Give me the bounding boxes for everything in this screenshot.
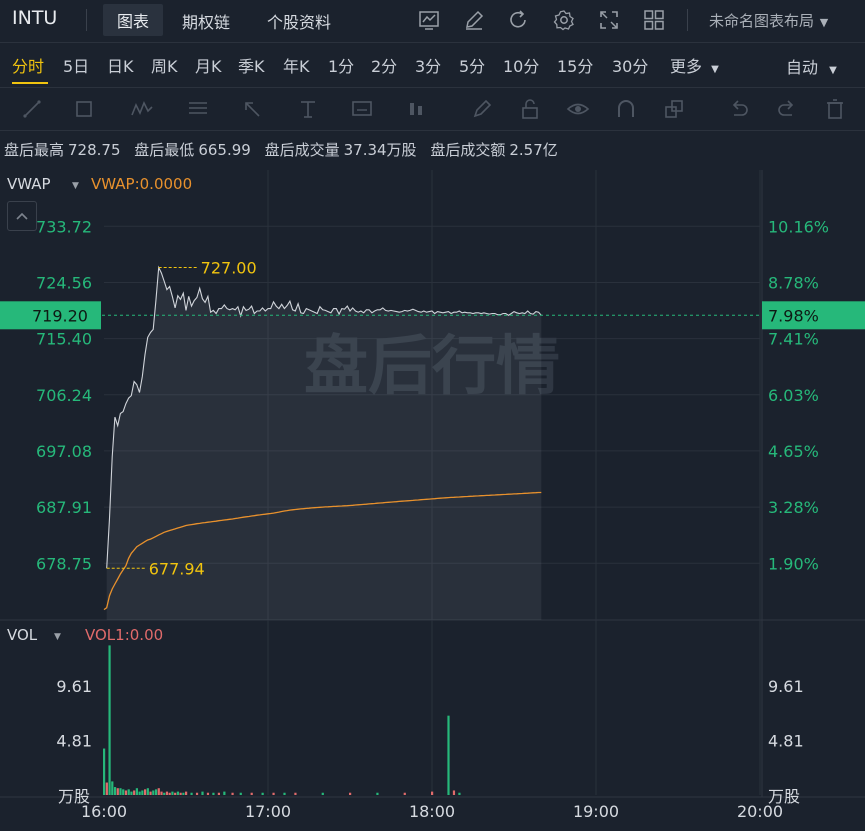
volume-bar (138, 791, 141, 795)
pct-tick-label: 3.28% (768, 498, 819, 517)
volume-bar (217, 792, 220, 795)
volume-bar (179, 792, 182, 795)
volume-bar (212, 792, 215, 795)
volume-bar (133, 790, 136, 795)
volume-bar (105, 782, 108, 795)
x-tick-label: 18:00 (409, 802, 455, 821)
indicator-value: VWAP:0.0000 (91, 175, 193, 193)
pct-tick-label: 8.78% (768, 273, 819, 292)
pct-tick-label: 1.90% (768, 554, 819, 573)
volume-bar (171, 791, 174, 795)
volume-bar (122, 789, 125, 795)
volume-bar (206, 792, 210, 795)
volume-bar (135, 788, 138, 795)
y-tick-label: 706.24 (36, 386, 92, 405)
volume-bar (144, 789, 147, 795)
volume-tick-label: 9.61 (56, 677, 92, 696)
volume-bar (176, 791, 179, 795)
volume-indicator-name[interactable]: VOL (7, 626, 37, 644)
chevron-up-icon (16, 212, 28, 220)
pct-tick-label: 4.65% (768, 442, 819, 461)
volume-bar (376, 792, 379, 795)
volume-bar (452, 790, 456, 795)
y-tick-label: 733.72 (36, 217, 92, 236)
volume-tick-label-right: 9.61 (768, 677, 804, 696)
y-tick-label: 697.08 (36, 442, 92, 461)
y-tick-label: 724.56 (36, 273, 92, 292)
y-tick-label: 678.75 (36, 554, 92, 573)
volume-bar (149, 791, 152, 795)
volume-bar (272, 792, 275, 795)
volume-bar (231, 792, 234, 795)
volume-bar (223, 791, 226, 795)
volume-bar (250, 792, 253, 795)
volume-bar (321, 792, 324, 795)
volume-bar (294, 792, 297, 795)
volume-bar (168, 792, 171, 795)
volume-bar (431, 791, 434, 795)
volume-bar (261, 792, 264, 795)
volume-bar (113, 787, 117, 795)
volume-bar (174, 792, 177, 795)
x-tick-label: 16:00 (81, 802, 127, 821)
volume-bar (124, 790, 128, 795)
low-annotation: 677.94 (149, 559, 205, 578)
volume-caret-icon[interactable]: ▼ (54, 632, 61, 642)
volume-bar (165, 791, 169, 795)
volume-indicator-value: VOL1:0.00 (85, 626, 164, 644)
volume-tick-label: 4.81 (56, 731, 92, 750)
collapse-button[interactable] (7, 201, 37, 231)
volume-bar (185, 791, 188, 795)
volume-bar (160, 791, 163, 795)
volume-bar (157, 788, 160, 795)
volume-bar (116, 788, 119, 795)
x-tick-label: 19:00 (573, 802, 619, 821)
volume-bar (111, 781, 114, 795)
intraday-chart[interactable]: 678.75 1.90% 687.91 3.28% 697.08 4.65% 706.24 6… (0, 0, 865, 831)
volume-bar (108, 645, 111, 795)
volume-bar (103, 748, 106, 795)
volume-bar (447, 715, 450, 795)
volume-tick-label-right: 4.81 (768, 731, 804, 750)
volume-bar (182, 792, 185, 795)
volume-bar (283, 792, 286, 795)
high-annotation: 727.00 (201, 258, 257, 277)
current-price-value: 719.20 (32, 306, 88, 325)
y-tick-label: 687.91 (36, 498, 92, 517)
volume-bar (146, 788, 149, 795)
volume-bar (349, 792, 352, 795)
volume-bar (152, 790, 155, 795)
pct-tick-label: 7.41% (768, 330, 819, 349)
volume-bar (130, 791, 133, 795)
indicator-caret-icon[interactable]: ▼ (72, 181, 79, 191)
volume-bar (190, 792, 193, 795)
volume-bar (458, 792, 461, 795)
volume-bar (127, 789, 130, 795)
x-tick-label: 17:00 (245, 802, 291, 821)
current-pct-value: 7.98% (768, 306, 819, 325)
volume-bar (119, 788, 122, 795)
volume-bar (201, 791, 204, 795)
volume-bar (141, 790, 144, 795)
y-tick-label: 715.40 (36, 330, 92, 349)
volume-bar (239, 792, 242, 795)
volume-bar (403, 792, 406, 795)
indicator-name[interactable]: VWAP (7, 175, 51, 193)
pct-tick-label: 10.16% (768, 217, 829, 236)
pct-tick-label: 6.03% (768, 386, 819, 405)
volume-bar (163, 792, 166, 795)
x-tick-label: 20:00 (737, 802, 783, 821)
volume-bar (195, 792, 199, 795)
volume-bar (154, 789, 158, 795)
